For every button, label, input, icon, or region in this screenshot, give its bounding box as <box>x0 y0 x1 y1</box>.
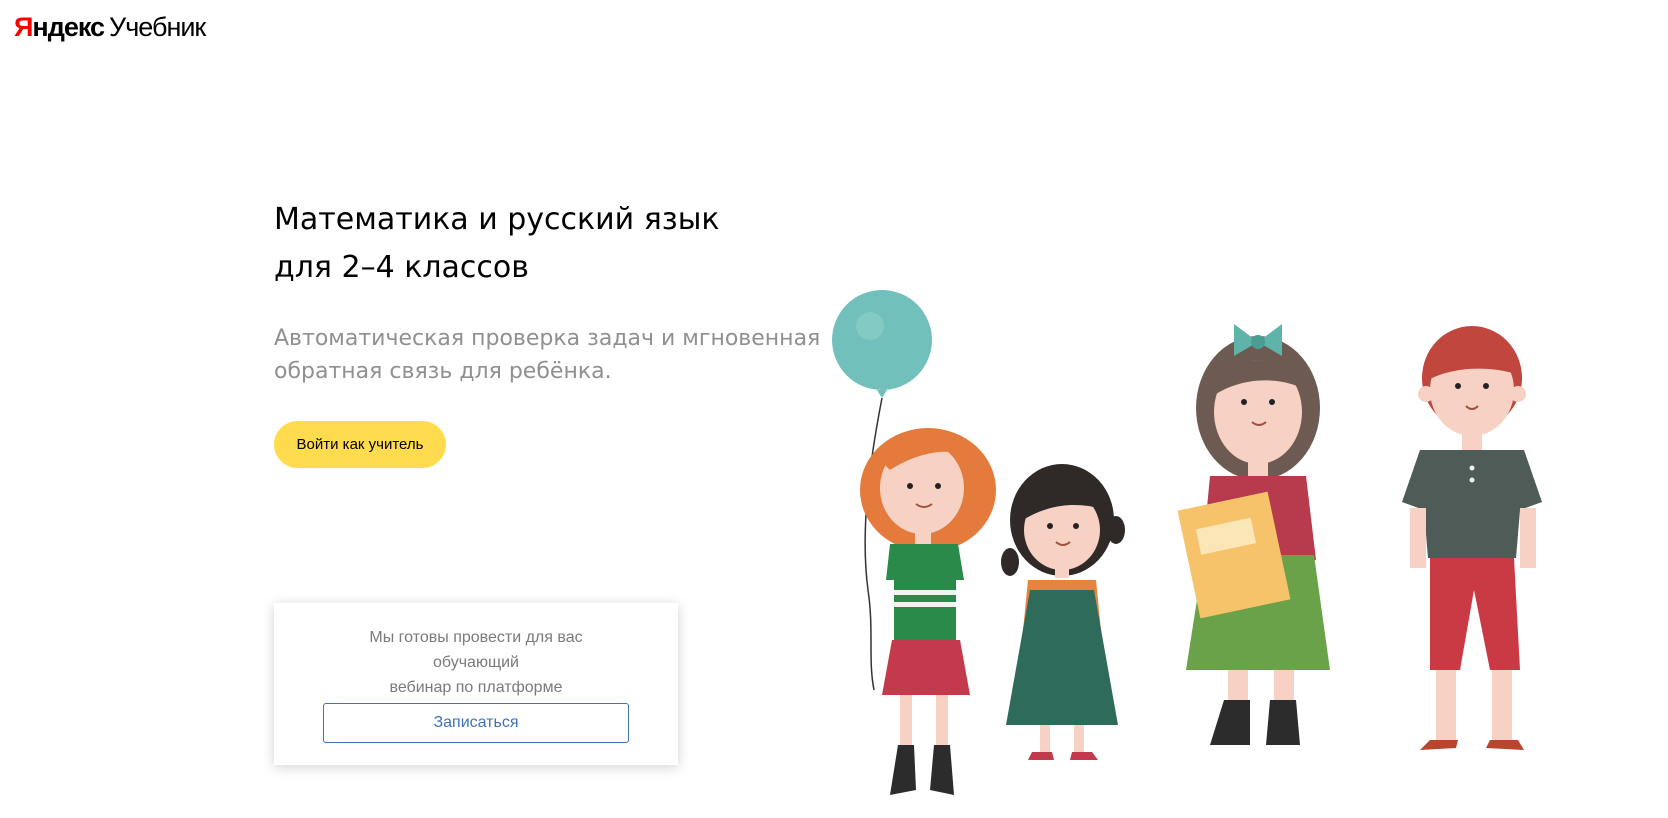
title-line-1: Математика и русский язык <box>274 202 720 237</box>
logo-uchebnik: Учебник <box>109 12 206 42</box>
webinar-text-line-1: Мы готовы провести для вас обучающий <box>369 629 583 671</box>
webinar-card: Мы готовы провести для вас обучающий веб… <box>274 603 678 765</box>
title-line-2: для 2–4 классов <box>274 250 529 285</box>
webinar-signup-button[interactable]: Записаться <box>323 703 629 743</box>
girl-dark-hair-figure <box>1001 464 1125 760</box>
logo-letter: Я <box>14 12 33 42</box>
webinar-text: Мы готовы провести для вас обучающий веб… <box>326 625 626 700</box>
yandex-uchebnik-logo[interactable]: Яндекс Учебник <box>14 12 206 46</box>
hero-section: Математика и русский язык для 2–4 классо… <box>274 196 834 388</box>
children-with-balloon-illustration <box>832 290 1542 795</box>
page-title: Математика и русский язык для 2–4 классо… <box>274 196 834 292</box>
subtitle-line-2: обратная связь для ребёнка. <box>274 359 612 384</box>
girl-with-book-figure <box>1177 324 1330 745</box>
webinar-text-line-2: вебинар по платформе <box>389 679 563 696</box>
hero-subtitle: Автоматическая проверка задач и мгновенн… <box>274 322 834 388</box>
logo-rest: ндекс <box>32 12 105 42</box>
logo-yandex: Яндекс <box>14 12 105 43</box>
subtitle-line-1: Автоматическая проверка задач и мгновенн… <box>274 326 821 351</box>
boy-figure <box>1402 326 1542 750</box>
girl-orange-hair-figure <box>860 428 996 795</box>
teacher-login-button[interactable]: Войти как учитель <box>274 421 446 468</box>
